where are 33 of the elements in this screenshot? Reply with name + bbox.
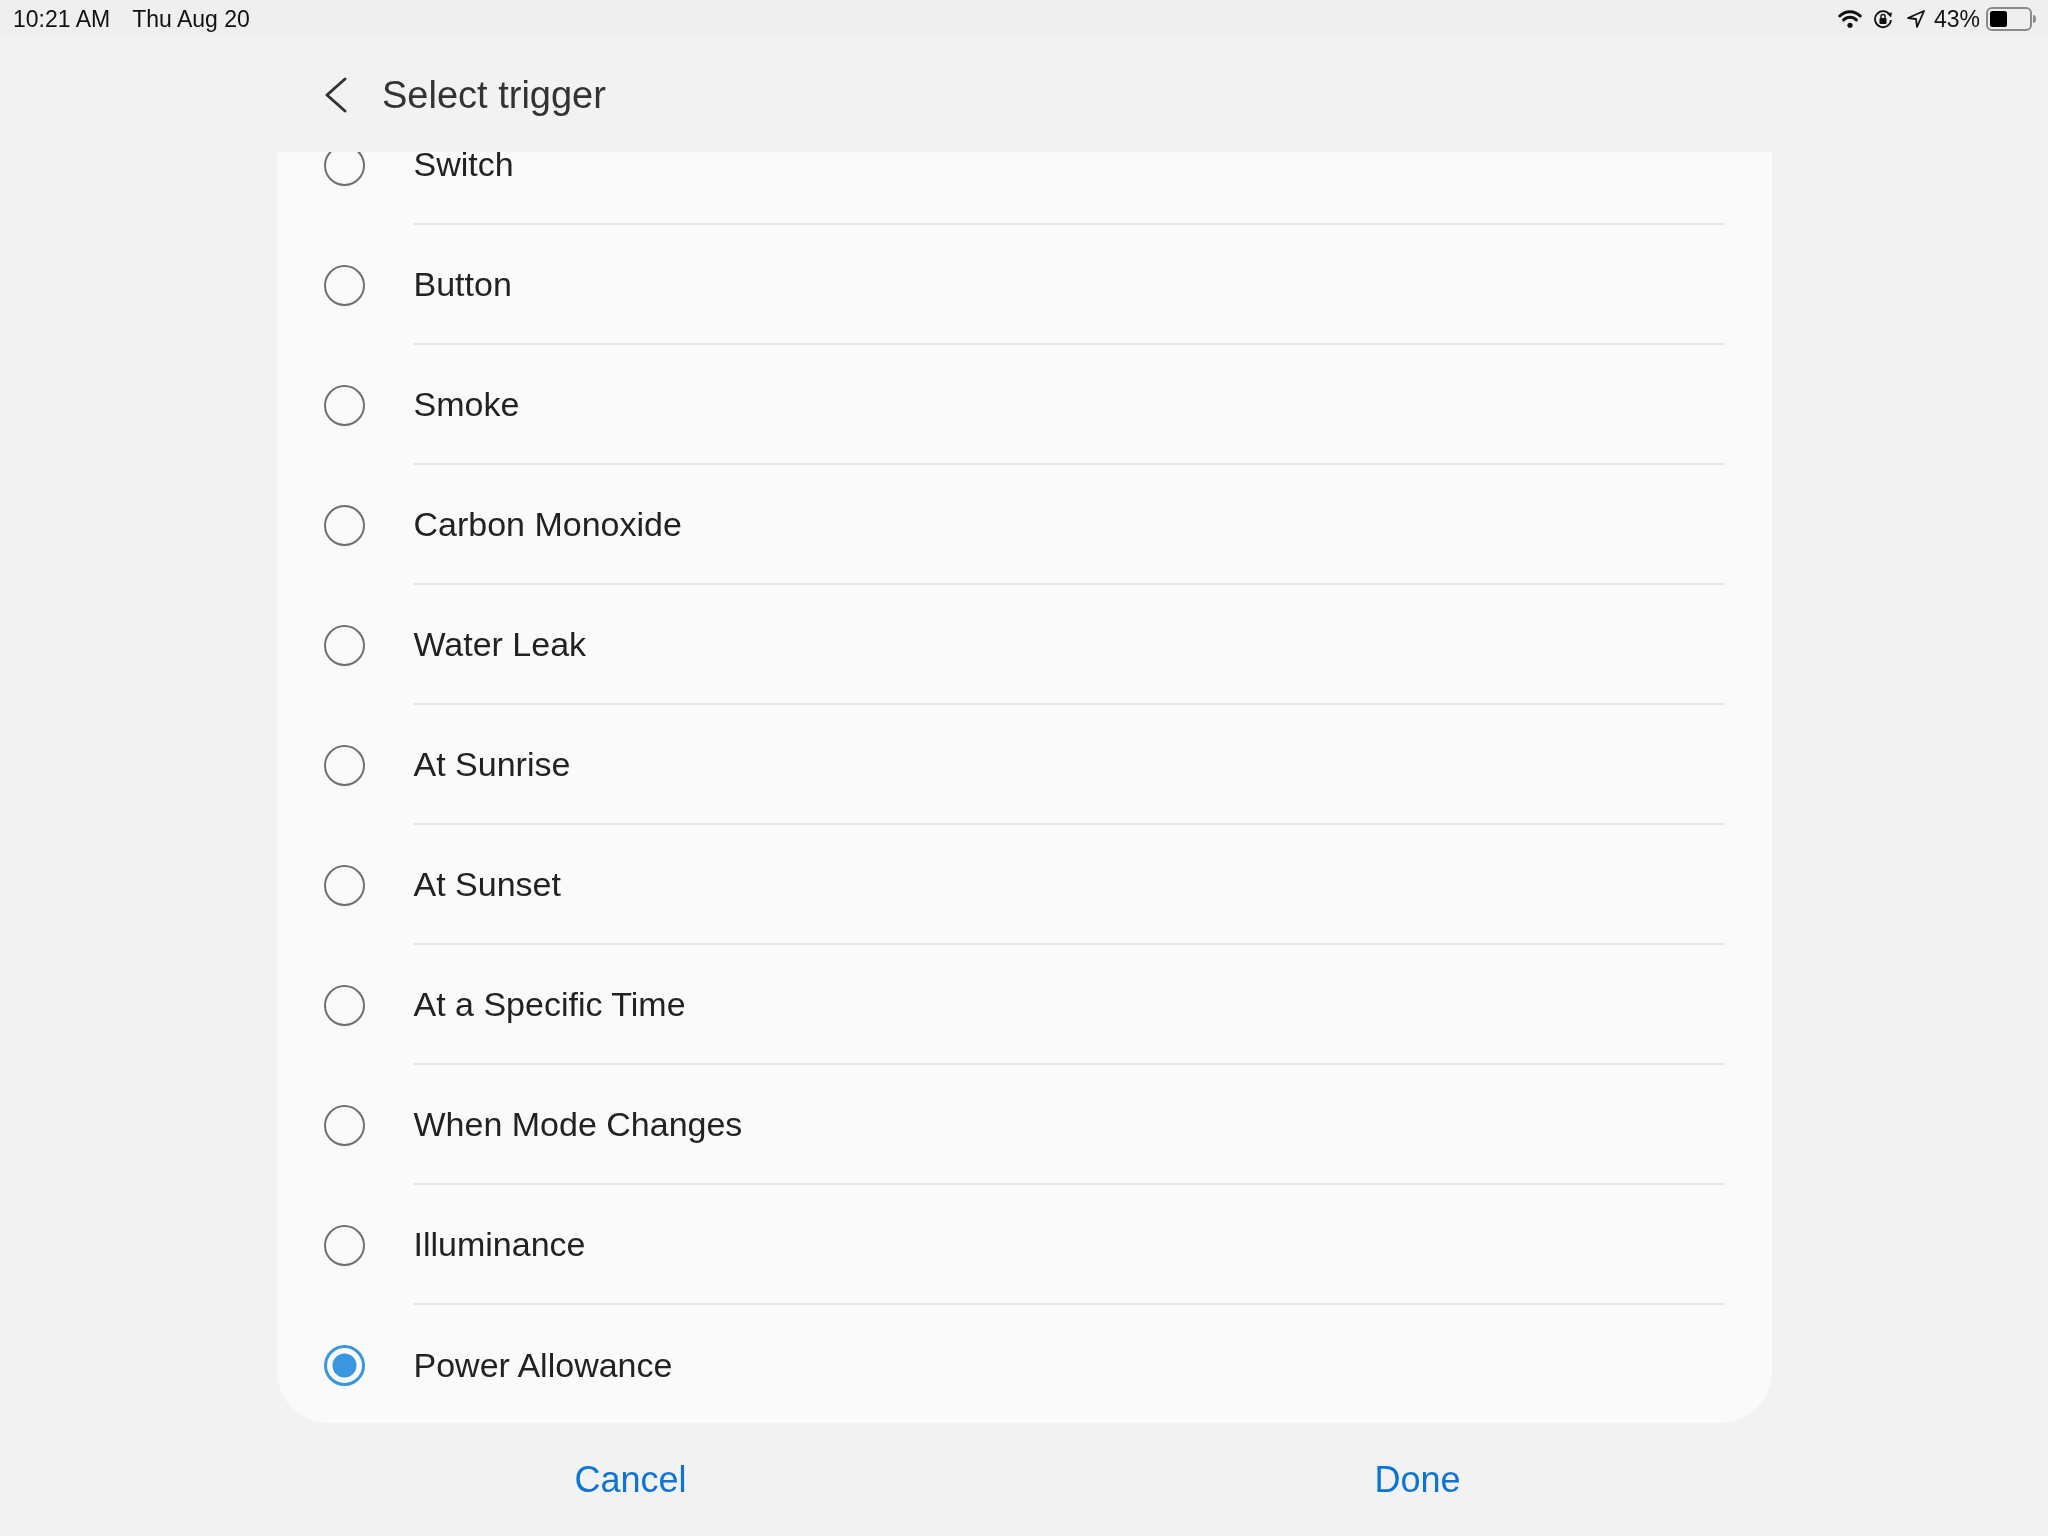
option-label: Carbon Monoxide [413, 507, 682, 541]
option-label: When Mode Changes [413, 1107, 743, 1141]
radio-button[interactable] [323, 384, 365, 426]
radio-button[interactable] [323, 264, 365, 306]
status-time: 10:21 AM [13, 7, 111, 31]
radio-button[interactable] [323, 624, 365, 666]
option-label: Water Leak [413, 627, 587, 661]
back-icon[interactable] [325, 77, 347, 113]
radio-button[interactable] [323, 504, 365, 546]
status-date: Thu Aug 20 [132, 7, 250, 31]
dialog-button[interactable]: Cancel [566, 1453, 695, 1506]
option-label: At Sunset [413, 867, 561, 901]
option-label: At a Specific Time [413, 987, 686, 1021]
option-label: Illuminance [413, 1227, 586, 1261]
radio-button[interactable] [323, 864, 365, 906]
radio-button[interactable] [323, 152, 365, 186]
radio-button[interactable] [323, 744, 365, 786]
radio-button[interactable] [323, 1344, 365, 1386]
option-label: At Sunrise [413, 747, 571, 781]
option-label: Button [413, 267, 512, 301]
option-label: Smoke [413, 387, 520, 421]
location-arrow-icon [1906, 10, 1925, 28]
radio-button[interactable] [323, 1224, 365, 1266]
rotation-lock-icon [1873, 9, 1893, 29]
battery-percent: 43% [1933, 7, 1980, 31]
screen-title: Select trigger [382, 76, 606, 114]
radio-button[interactable] [323, 984, 365, 1026]
battery-icon [1986, 7, 2036, 31]
option-label: Switch [413, 152, 514, 181]
radio-button[interactable] [323, 1104, 365, 1146]
option-label: Power Allowance [413, 1348, 673, 1382]
wifi-icon [1835, 9, 1864, 29]
dialog-button[interactable]: Done [1366, 1453, 1469, 1506]
